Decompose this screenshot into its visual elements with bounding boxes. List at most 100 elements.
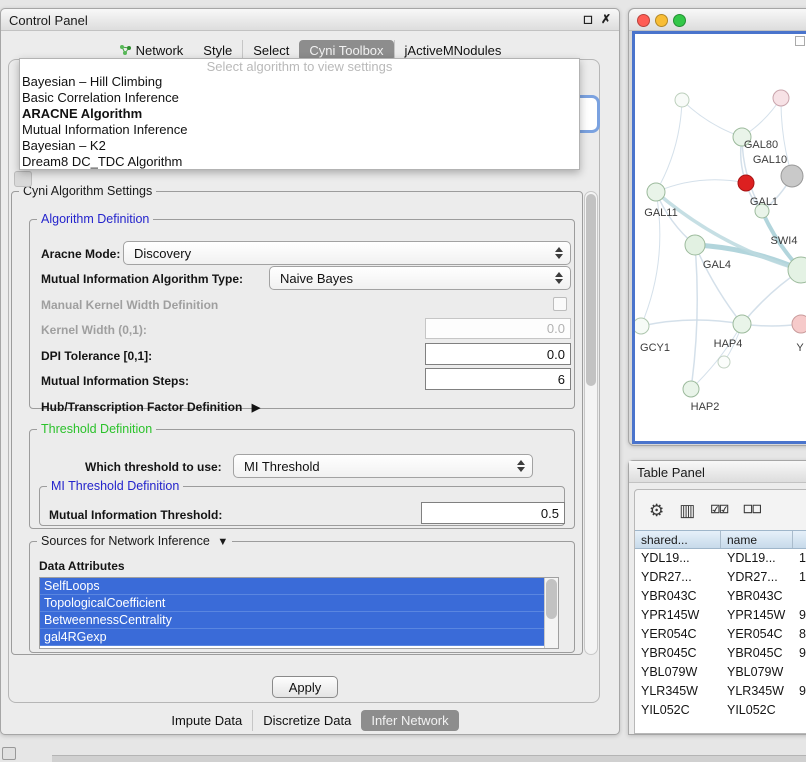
minimize-traffic-icon[interactable] bbox=[655, 14, 668, 27]
dropdown-item[interactable]: Mutual Information Inference bbox=[20, 122, 579, 138]
attribute-items: SelfLoopsTopologicalCoefficientBetweenne… bbox=[40, 578, 544, 648]
node-label: GAL11 bbox=[644, 207, 677, 219]
table-row[interactable]: YPR145W YPR145W 9. bbox=[635, 606, 806, 625]
attribute-item-selected[interactable]: gal4RGexp bbox=[40, 629, 544, 646]
network-node[interactable] bbox=[647, 183, 665, 201]
table-row[interactable]: YBR045C YBR045C 9. bbox=[635, 644, 806, 663]
dropdown-item[interactable]: ARACNE Algorithm bbox=[20, 106, 579, 122]
combo-arrows-icon bbox=[517, 460, 525, 472]
node-label: HAP4 bbox=[714, 338, 743, 350]
bottom-tab[interactable]: Impute Data bbox=[161, 710, 252, 731]
which-threshold-value: MI Threshold bbox=[244, 459, 320, 474]
node-label: GAL80 bbox=[744, 139, 778, 151]
network-node[interactable] bbox=[773, 90, 789, 106]
canvas-corner-box bbox=[795, 36, 805, 46]
cell-name: YBL079W bbox=[721, 663, 793, 682]
network-node[interactable] bbox=[675, 93, 689, 107]
network-node[interactable] bbox=[738, 175, 754, 191]
table-row[interactable]: YBR043C YBR043C bbox=[635, 587, 806, 606]
table-row[interactable]: YER054C YER054C 8. bbox=[635, 625, 806, 644]
mi-type-combo[interactable]: Naive Bayes bbox=[269, 266, 571, 290]
scrollbar-thumb[interactable] bbox=[546, 579, 557, 619]
collapse-right-icon: ▶ bbox=[252, 402, 260, 414]
gear-icon[interactable]: ⚙ bbox=[649, 502, 664, 519]
attribute-list-scrollbar[interactable] bbox=[544, 578, 558, 648]
network-node[interactable] bbox=[635, 318, 649, 334]
mi-threshold-field[interactable]: 0.5 bbox=[421, 502, 565, 524]
sources-group-title[interactable]: Sources for Network Inference ▼ bbox=[37, 534, 232, 548]
aracne-mode-label: Aracne Mode: bbox=[41, 247, 120, 261]
network-node[interactable] bbox=[781, 165, 803, 187]
cell-shared-name: YDL19... bbox=[635, 549, 721, 568]
dropdown-items: Bayesian – Hill ClimbingBasic Correlatio… bbox=[20, 74, 579, 170]
close-traffic-icon[interactable] bbox=[637, 14, 650, 27]
aracne-mode-value: Discovery bbox=[134, 246, 191, 261]
network-node[interactable] bbox=[685, 235, 705, 255]
network-edge[interactable] bbox=[682, 100, 742, 137]
aracne-mode-combo[interactable]: Discovery bbox=[123, 241, 571, 265]
network-node[interactable] bbox=[792, 315, 806, 333]
network-canvas[interactable]: GAL80GAL10GAL11GAL1SWI4GAL4GCY1HAP4HAP2Y bbox=[632, 31, 806, 444]
zoom-traffic-icon[interactable] bbox=[673, 14, 686, 27]
kernel-width-field[interactable]: 0.0 bbox=[425, 318, 571, 339]
cell-name: YBR045C bbox=[721, 644, 793, 663]
float-window-icon[interactable]: ◻ bbox=[583, 12, 593, 26]
network-node[interactable] bbox=[733, 315, 751, 333]
bottom-tab[interactable]: Discretize Data bbox=[252, 710, 361, 731]
network-edge[interactable] bbox=[691, 324, 742, 389]
network-edge[interactable] bbox=[641, 320, 742, 326]
attribute-item-selected[interactable]: BetweennessCentrality bbox=[40, 612, 544, 629]
bottom-tab[interactable]: Infer Network bbox=[361, 710, 458, 731]
scrollbar-thumb[interactable] bbox=[586, 194, 596, 386]
minimized-panel-icon[interactable] bbox=[2, 747, 16, 760]
table-row[interactable]: YBL079W YBL079W bbox=[635, 663, 806, 682]
select-all-icon[interactable]: ☑☑ bbox=[710, 505, 728, 516]
hub-definition-expander[interactable]: Hub/Transcription Factor Definition ▶ bbox=[41, 400, 260, 414]
network-edge[interactable] bbox=[695, 245, 742, 324]
which-threshold-combo[interactable]: MI Threshold bbox=[233, 454, 533, 478]
network-node[interactable] bbox=[683, 381, 699, 397]
manual-kernel-label: Manual Kernel Width Definition bbox=[41, 298, 218, 312]
cell-shared-name: YBR043C bbox=[635, 587, 721, 606]
network-edge[interactable] bbox=[691, 245, 697, 389]
network-node[interactable] bbox=[718, 356, 730, 368]
network-edge[interactable] bbox=[656, 100, 682, 192]
attribute-item-selected[interactable]: TopologicalCoefficient bbox=[40, 595, 544, 612]
table-row[interactable]: YIL052C YIL052C bbox=[635, 701, 806, 720]
column-header[interactable]: shared... bbox=[635, 531, 721, 548]
settings-scrollbar[interactable] bbox=[584, 191, 598, 655]
network-edge[interactable] bbox=[656, 180, 746, 192]
dropdown-item[interactable]: Basic Correlation Inference bbox=[20, 90, 579, 106]
table-toolbar: ⚙ ▥ ☑☑ ☐☐ bbox=[635, 490, 806, 530]
cell-name: YER054C bbox=[721, 625, 793, 644]
cell-shared-name: YLR345W bbox=[635, 682, 721, 701]
apply-button[interactable]: Apply bbox=[272, 676, 338, 698]
mi-steps-label: Mutual Information Steps: bbox=[41, 374, 189, 388]
control-panel-titlebar: Control Panel ◻ ✗ bbox=[1, 9, 619, 31]
table-row[interactable]: YDR27... YDR27... 12 bbox=[635, 568, 806, 587]
network-icon bbox=[119, 44, 132, 56]
which-threshold-label: Which threshold to use: bbox=[85, 460, 222, 474]
mi-threshold-label: Mutual Information Threshold: bbox=[49, 508, 222, 522]
mi-steps-field[interactable]: 6 bbox=[425, 368, 571, 390]
cell-value: 9. bbox=[793, 682, 806, 701]
columns-icon[interactable]: ▥ bbox=[679, 502, 695, 519]
dpi-tolerance-label: DPI Tolerance [0,1]: bbox=[41, 349, 152, 363]
cell-name: YPR145W bbox=[721, 606, 793, 625]
column-header[interactable]: name bbox=[721, 531, 793, 548]
sources-title-text: Sources for Network Inference bbox=[41, 534, 210, 548]
network-graph: GAL80GAL10GAL11GAL1SWI4GAL4GCY1HAP4HAP2Y bbox=[635, 34, 806, 441]
dpi-tolerance-field[interactable]: 0.0 bbox=[425, 343, 571, 365]
dropdown-item[interactable]: Bayesian – Hill Climbing bbox=[20, 74, 579, 90]
manual-kernel-checkbox[interactable] bbox=[553, 297, 567, 311]
node-label: GAL1 bbox=[750, 196, 778, 208]
table-row[interactable]: YLR345W YLR345W 9. bbox=[635, 682, 806, 701]
dropdown-item[interactable]: Bayesian – K2 bbox=[20, 138, 579, 154]
dropdown-item[interactable]: Dream8 DC_TDC Algorithm bbox=[20, 154, 579, 170]
table-row[interactable]: YDL19... YDL19... 13 bbox=[635, 549, 806, 568]
close-window-icon[interactable]: ✗ bbox=[601, 12, 611, 26]
attribute-item-selected[interactable]: SelfLoops bbox=[40, 578, 544, 595]
column-header[interactable] bbox=[793, 531, 806, 548]
network-view-window: GAL80GAL10GAL11GAL1SWI4GAL4GCY1HAP4HAP2Y bbox=[628, 8, 806, 446]
deselect-all-icon[interactable]: ☐☐ bbox=[743, 505, 761, 516]
